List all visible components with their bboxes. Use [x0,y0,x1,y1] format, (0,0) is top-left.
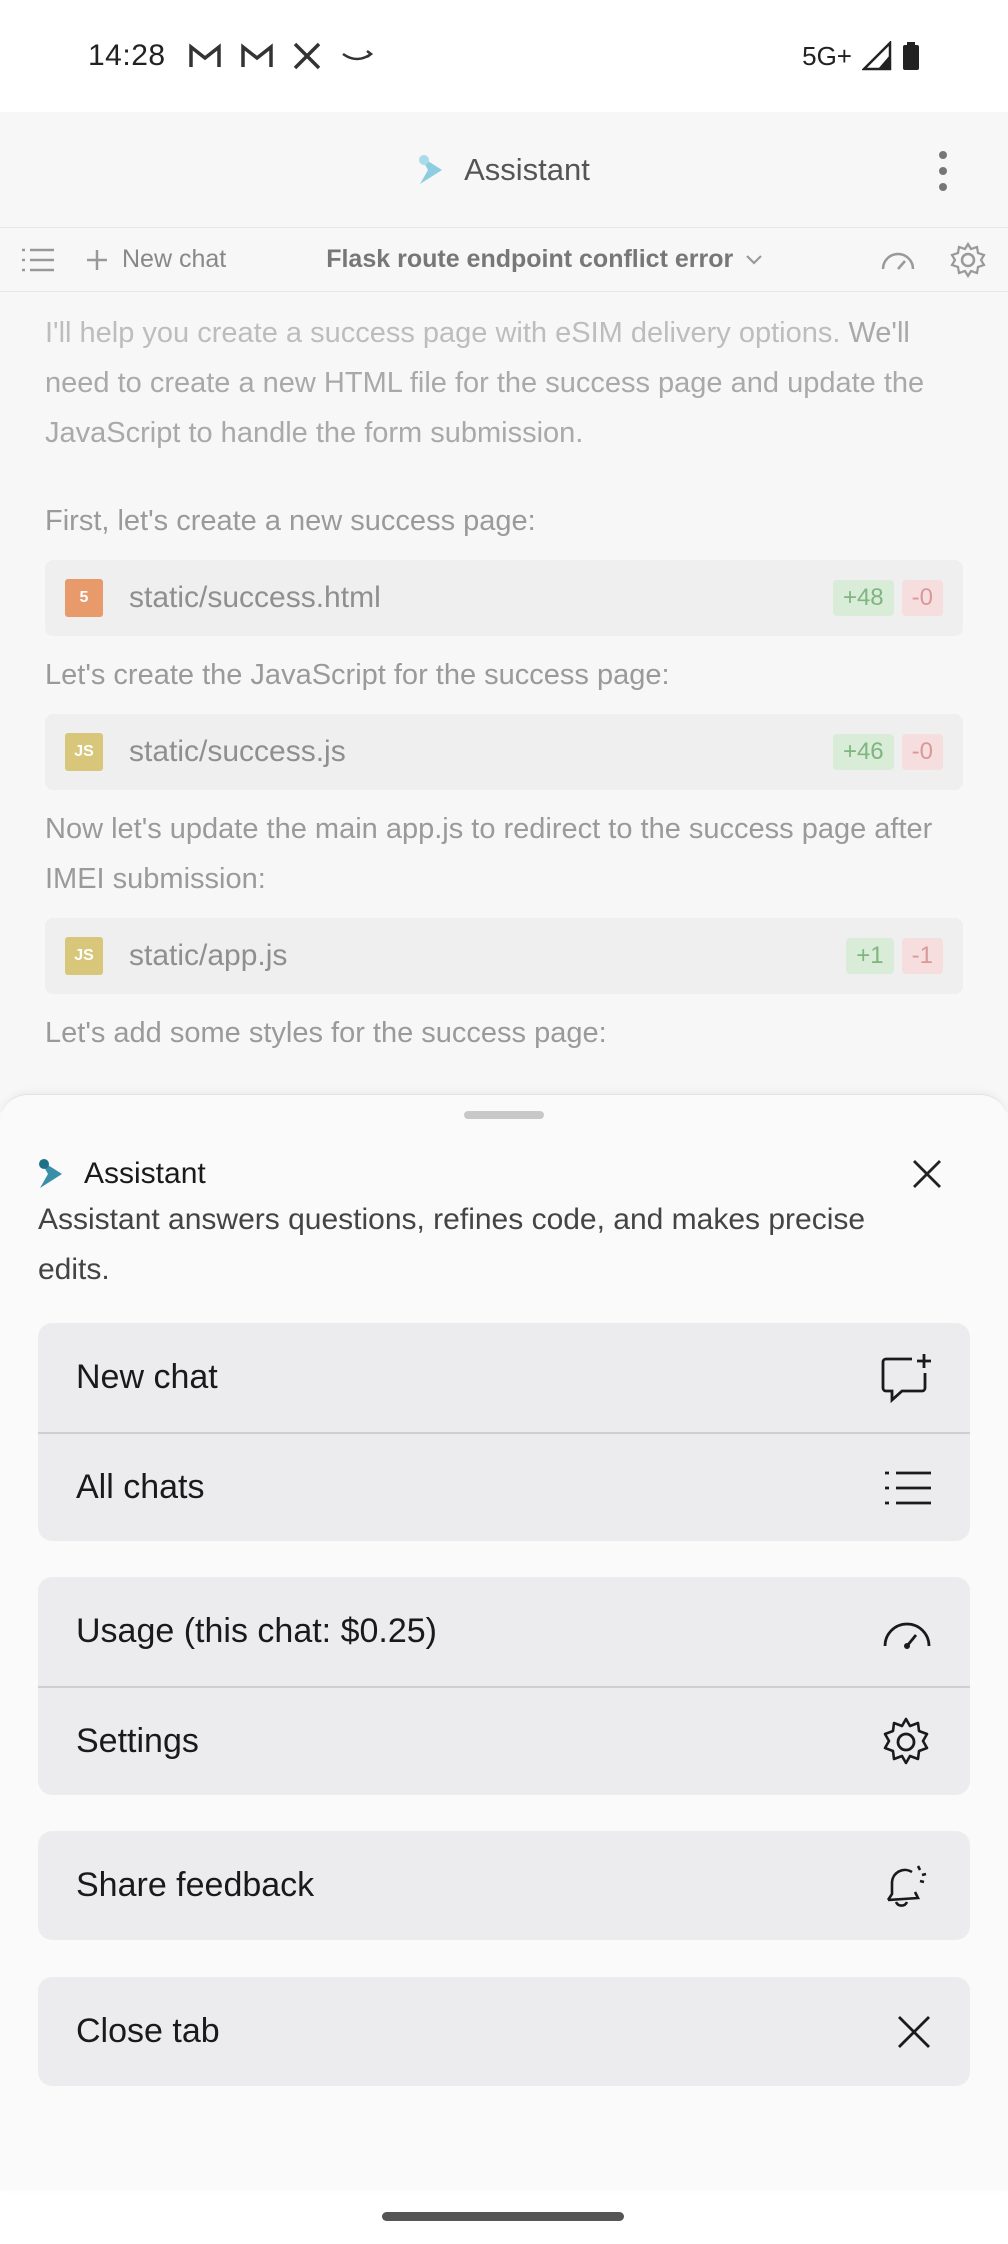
new-chat-icon [881,1353,931,1403]
chat-content: I'll help you create a success page with… [0,308,1008,1058]
chat-list-icon[interactable] [22,248,54,272]
assistant-menu-sheet: Assistant Assistant answers questions, r… [0,1094,1008,2190]
lines-removed: -1 [901,938,943,974]
gear-icon [883,1717,929,1764]
lines-removed: -0 [901,580,943,616]
step-text-2: Let's create the JavaScript for the succ… [45,659,670,691]
close-tab-button[interactable]: Close tab [38,1977,970,2086]
share-feedback-label: Share feedback [76,1866,315,1904]
toolbar-new-chat-label: New chat [122,245,227,273]
new-chat-label: New chat [76,1358,218,1396]
close-icon[interactable] [912,1159,942,1189]
notification-bell-icon [886,1864,927,1907]
gmail-icon [240,43,273,67]
toolbar-new-chat[interactable]: New chat [86,245,226,274]
lines-added: +46 [832,734,894,770]
close-tab-group: Close tab [38,1977,970,2086]
chat-title-dropdown[interactable]: Flask route endpoint conflict error [326,245,763,274]
chat-title-text: Flask route endpoint conflict error [326,245,734,273]
usage-button[interactable]: Usage (this chat: $0.25) [38,1577,970,1686]
html5-icon: 5 [65,579,103,617]
close-icon [898,2015,930,2048]
gauge-icon [883,1622,931,1649]
diff-stats: +46 -0 [832,734,943,770]
settings-label: Settings [76,1722,199,1760]
status-right: 5G+ [802,41,920,72]
all-chats-button[interactable]: All chats [38,1432,970,1541]
all-chats-label: All chats [76,1468,205,1506]
home-indicator[interactable] [382,2212,624,2221]
amazon-icon [341,50,373,61]
step-text-1: First, let's create a new success page: [45,505,536,537]
app-background: Assistant New chat Flask route endpoint … [0,112,1008,1112]
file-card[interactable]: JS static/app.js +1 -1 [45,918,963,994]
app-header: Assistant [0,112,1008,228]
new-chat-button[interactable]: New chat [38,1323,970,1432]
more-options-icon[interactable] [938,150,948,192]
sheet-drag-handle[interactable] [464,1111,544,1119]
step-text-3: Now let's update the main app.js to redi… [45,813,933,895]
chat-toolbar: New chat Flask route endpoint conflict e… [0,228,1008,292]
assistant-message-intro: I'll help you create a success page with… [45,308,963,458]
gmail-icon [188,43,221,67]
plus-icon [87,249,107,270]
chat-info-group: Usage (this chat: $0.25) Settings [38,1577,970,1795]
settings-gear-icon[interactable] [950,241,986,278]
app-title-text: Assistant [464,151,590,187]
x-icon [293,42,320,70]
notification-icons [188,42,374,70]
sheet-title: Assistant [84,1157,206,1190]
lines-removed: -0 [901,734,943,770]
chevron-down-icon [746,254,762,265]
step-text-4: Let's add some styles for the success pa… [45,1017,607,1049]
intro-first-line: I'll help you create a success page with… [45,317,841,349]
javascript-icon: JS [65,733,103,771]
settings-button[interactable]: Settings [38,1686,970,1795]
assistant-logo-icon [419,154,443,184]
status-time: 14:28 [88,39,166,72]
signal-icon [862,41,892,71]
chat-actions-group: New chat All chats [38,1323,970,1541]
sheet-description: Assistant answers questions, refines cod… [38,1203,866,1286]
file-card[interactable]: 5 static/success.html +48 -0 [45,560,963,636]
feedback-group: Share feedback [38,1831,970,1940]
javascript-icon: JS [65,937,103,975]
app-title: Assistant [418,152,590,188]
lines-added: +48 [832,580,894,616]
file-name: static/success.html [129,581,381,614]
share-feedback-button[interactable]: Share feedback [38,1831,970,1940]
list-icon [885,1471,931,1504]
battery-icon [903,42,919,70]
assistant-logo-icon [39,1159,62,1188]
toolbar-right [880,241,986,278]
lines-added: +1 [846,938,894,974]
usage-gauge-icon[interactable] [880,247,916,273]
status-bar: 14:28 5G+ [0,0,1008,112]
file-name: static/app.js [129,939,288,972]
usage-label: Usage (this chat: $0.25) [76,1612,437,1650]
diff-stats: +48 -0 [832,580,943,616]
close-tab-label: Close tab [76,2012,220,2050]
diff-stats: +1 -1 [846,938,943,974]
file-card[interactable]: JS static/success.js +46 -0 [45,714,963,790]
network-type: 5G+ [802,40,852,71]
file-name: static/success.js [129,735,346,768]
